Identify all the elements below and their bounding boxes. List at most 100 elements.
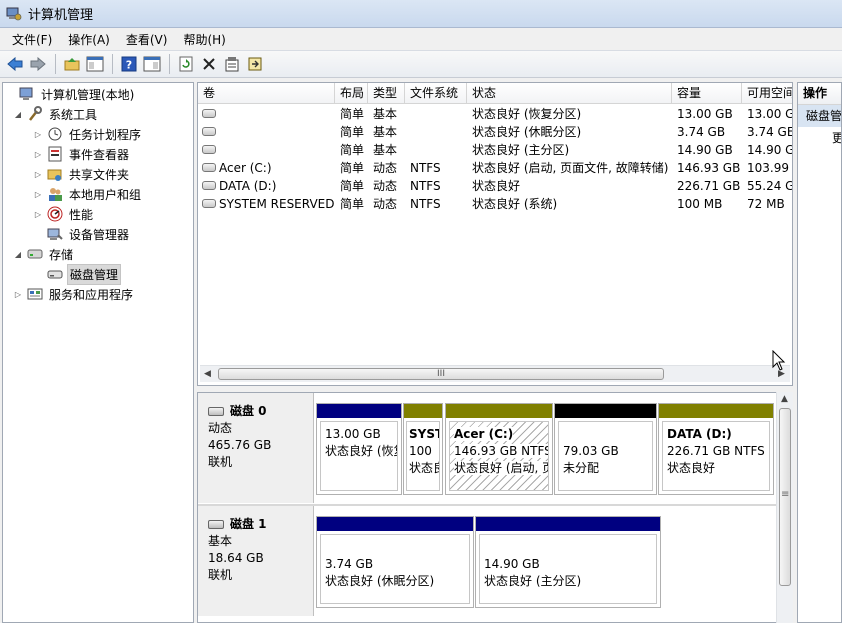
menu-file[interactable]: 文件(F) — [4, 29, 60, 50]
tree-item-services-applications[interactable]: ▷ 服务和应用程序 — [13, 284, 135, 304]
tree-item-system-tools[interactable]: ◢ 系统工具 — [13, 104, 99, 124]
services-icon — [27, 286, 43, 302]
tree-item-task-scheduler[interactable]: ▷ 任务计划程序 — [33, 124, 143, 144]
vertical-scroll-thumb[interactable]: ≡ — [779, 408, 791, 586]
table-row[interactable]: DATA (D:) 简单 动态 NTFS 状态良好 226.71 GB 55.2… — [198, 177, 792, 195]
partition-size: 100 — [409, 444, 432, 458]
partition-recovery[interactable]: 13.00 GB 状态良好 (恢复 — [316, 403, 402, 495]
delete-icon[interactable] — [198, 53, 220, 75]
partition-color-bar — [555, 404, 656, 418]
table-row[interactable]: 简单 基本 状态良好 (恢复分区) 13.00 GB 13.00 G — [198, 105, 792, 123]
actions-group-disk-management[interactable]: 磁盘管理 — [798, 105, 841, 127]
table-row[interactable]: 简单 基本 状态良好 (休眠分区) 3.74 GB 3.74 GE — [198, 123, 792, 141]
cell-status: 状态良好 (休眠分区) — [472, 125, 582, 139]
up-folder-icon[interactable] — [61, 53, 83, 75]
tree-label: 本地用户和组 — [69, 187, 142, 202]
column-header-layout[interactable]: 布局 — [335, 83, 368, 104]
partition-acer-c[interactable]: Acer (C:) 146.93 GB NTFS 状态良好 (启动, 页 — [445, 403, 553, 495]
column-header-type[interactable]: 类型 — [368, 83, 405, 104]
disk-row: 磁盘 0 动态 465.76 GB 联机 13.00 GB 状态良好 (恢复 S… — [198, 393, 776, 503]
column-header-free-space[interactable]: 可用空间 — [742, 83, 792, 104]
tree-item-shared-folders[interactable]: ▷ 共享文件夹 — [33, 164, 131, 184]
back-arrow-icon[interactable] — [4, 53, 26, 75]
disk-1-label[interactable]: 磁盘 1 基本 18.64 GB 联机 — [198, 506, 314, 616]
refresh-icon[interactable] — [175, 53, 197, 75]
tree-item-device-manager[interactable]: 设备管理器 — [47, 224, 131, 244]
column-header-filesystem[interactable]: 文件系统 — [405, 83, 467, 104]
column-header-volume[interactable]: 卷 — [198, 83, 335, 104]
show-hide-tree-icon[interactable] — [84, 53, 106, 75]
tree-label: 任务计划程序 — [69, 127, 142, 142]
scroll-left-arrow-icon[interactable]: ◀ — [204, 369, 211, 379]
tree-label: 存储 — [49, 247, 74, 262]
forward-arrow-icon[interactable] — [27, 53, 49, 75]
window-title: 计算机管理 — [28, 8, 94, 23]
partition-unallocated[interactable]: 79.03 GB 未分配 — [554, 403, 657, 495]
table-row[interactable]: Acer (C:) 简单 动态 NTFS 状态良好 (启动, 页面文件, 故障转… — [198, 159, 792, 177]
export-icon[interactable] — [244, 53, 266, 75]
partition-hibernation[interactable]: 3.74 GB 状态良好 (休眠分区) — [316, 516, 474, 608]
expand-arrow-icon[interactable]: ▷ — [33, 190, 43, 199]
cell-capacity: 13.00 GB — [677, 107, 733, 121]
partition-status: 状态良好 (恢复 — [325, 444, 398, 458]
partition-primary[interactable]: 14.90 GB 状态良好 (主分区) — [475, 516, 661, 608]
partition-body: 79.03 GB 未分配 — [558, 421, 653, 491]
cell-layout: 简单 — [340, 161, 365, 175]
tree-label: 事件查看器 — [69, 147, 130, 162]
partition-body: DATA (D:) 226.71 GB NTFS 状态良好 — [662, 421, 770, 491]
console-view-icon[interactable] — [141, 53, 163, 75]
cell-layout: 简单 — [340, 107, 365, 121]
table-row[interactable]: SYSTEM RESERVED 简单 动态 NTFS 状态良好 (系统) 100… — [198, 195, 792, 213]
menu-help[interactable]: 帮助(H) — [175, 29, 233, 50]
disk-name: 磁盘 0 — [230, 404, 267, 418]
cell-capacity: 100 MB — [677, 197, 723, 211]
tree-item-disk-management[interactable]: 磁盘管理 — [47, 263, 122, 285]
partition-size: 226.71 GB NTFS — [667, 444, 765, 458]
scroll-up-arrow-icon[interactable]: ▲ — [781, 394, 788, 404]
tree-item-event-viewer[interactable]: ▷ 事件查看器 — [33, 144, 131, 164]
disk-0-label[interactable]: 磁盘 0 动态 465.76 GB 联机 — [198, 393, 314, 503]
volume-list-horizontal-scrollbar[interactable]: ◀ III ▶ — [200, 365, 790, 382]
tools-icon — [27, 106, 43, 122]
disk-management-icon — [47, 266, 63, 282]
cell-filesystem: NTFS — [410, 197, 441, 211]
cell-filesystem: NTFS — [410, 161, 441, 175]
collapse-arrow-icon[interactable]: ◢ — [13, 110, 23, 119]
column-header-status[interactable]: 状态 — [467, 83, 672, 104]
disk-name: 磁盘 1 — [230, 517, 267, 531]
performance-icon — [47, 206, 63, 222]
clock-icon — [47, 126, 63, 142]
help-icon[interactable]: ? — [118, 53, 140, 75]
collapse-arrow-icon[interactable]: ◢ — [13, 250, 23, 259]
cell-free-space: 14.90 G — [747, 143, 793, 157]
tree-item-local-users-groups[interactable]: ▷ 本地用户和组 — [33, 184, 143, 204]
expand-arrow-icon[interactable]: ▷ — [33, 170, 43, 179]
tree-label: 系统工具 — [49, 107, 98, 122]
disk-view-vertical-scrollbar[interactable]: ▲ ≡ — [776, 392, 793, 623]
horizontal-scroll-thumb[interactable]: III — [218, 368, 664, 380]
actions-more-actions[interactable]: 更多操作 — [798, 127, 841, 149]
properties-icon[interactable] — [221, 53, 243, 75]
tree-item-storage[interactable]: ◢ 存储 — [13, 244, 75, 264]
title-bar: 计算机管理 — [0, 0, 842, 28]
cell-volume — [214, 105, 335, 123]
table-row[interactable]: 简单 基本 状态良好 (主分区) 14.90 GB 14.90 G — [198, 141, 793, 159]
cell-volume: Acer (C:) — [219, 161, 272, 175]
partition-size: 13.00 GB — [325, 427, 381, 441]
column-header-capacity[interactable]: 容量 — [672, 83, 742, 104]
cell-layout: 简单 — [340, 125, 365, 139]
partition-system-reserved[interactable]: SYST 100 状态良 — [403, 403, 443, 495]
cell-status: 状态良好 (主分区) — [472, 143, 570, 157]
menu-view[interactable]: 查看(V) — [118, 29, 176, 50]
expand-arrow-icon[interactable]: ▷ — [33, 150, 43, 159]
expand-arrow-icon[interactable]: ▷ — [33, 210, 43, 219]
expand-arrow-icon[interactable]: ▷ — [33, 130, 43, 139]
expand-arrow-icon[interactable]: ▷ — [13, 290, 23, 299]
menu-action[interactable]: 操作(A) — [60, 29, 118, 50]
menu-bar: 文件(F) 操作(A) 查看(V) 帮助(H) — [0, 28, 842, 50]
partition-data-d[interactable]: DATA (D:) 226.71 GB NTFS 状态良好 — [658, 403, 774, 495]
disk-size: 465.76 GB — [208, 438, 272, 452]
cell-volume — [214, 141, 335, 159]
tree-item-performance[interactable]: ▷ 性能 — [33, 204, 95, 224]
tree-item-computer-management[interactable]: 计算机管理(本地) — [5, 84, 136, 104]
